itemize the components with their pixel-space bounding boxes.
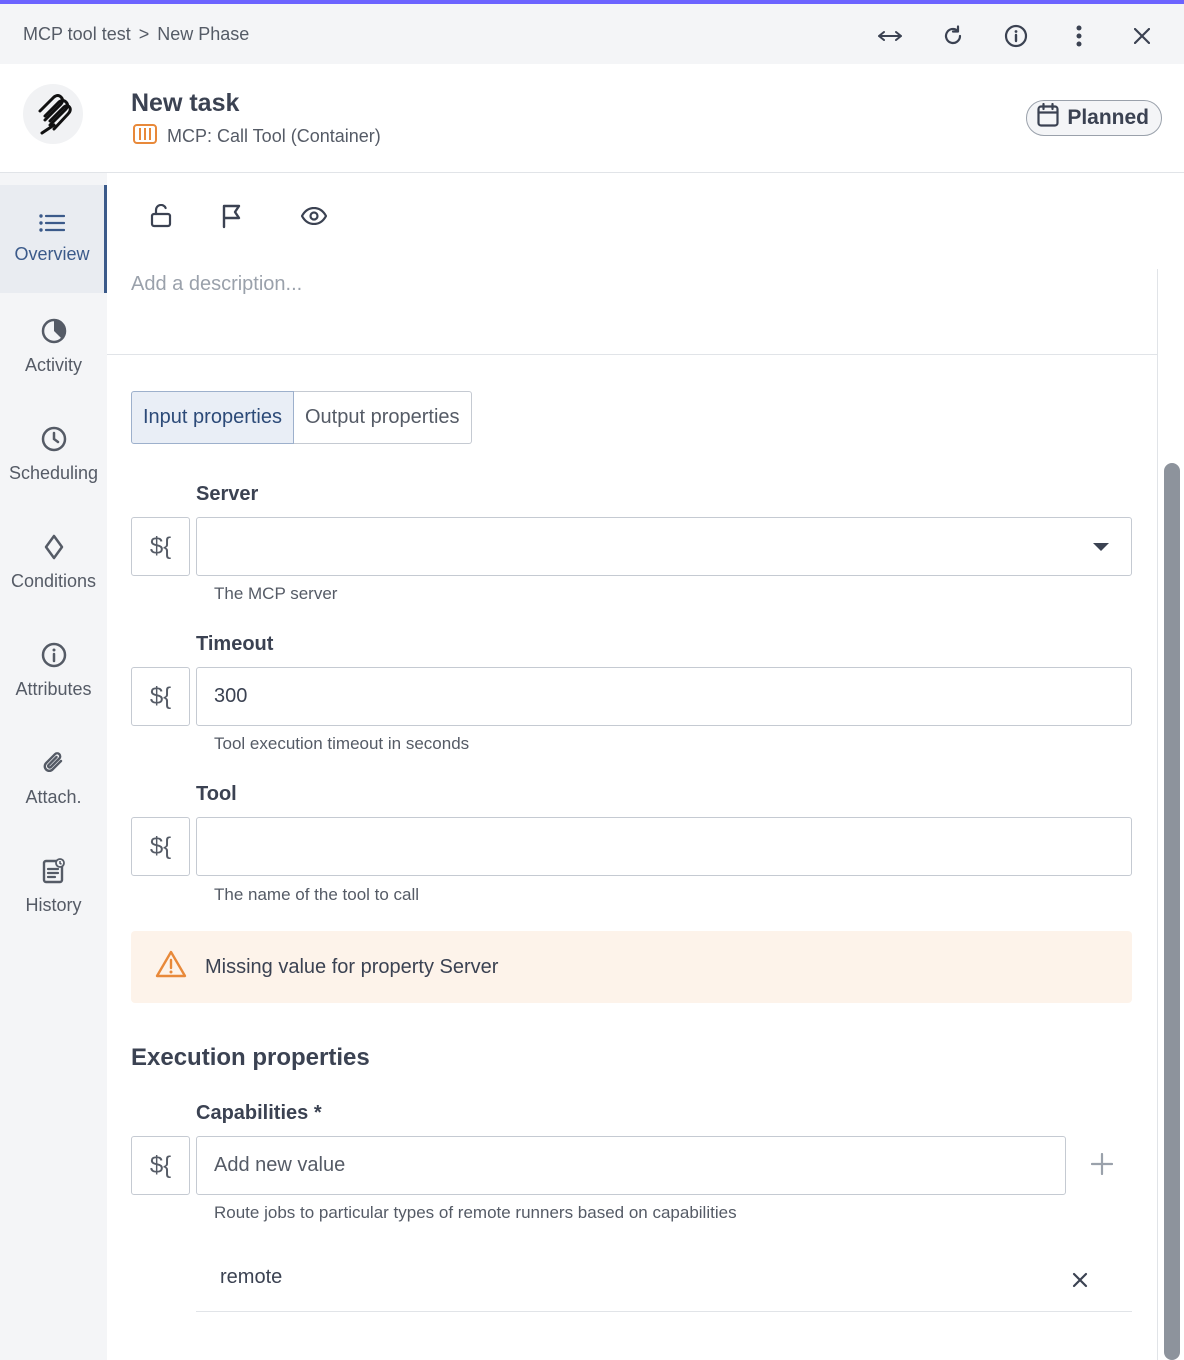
tool-expression-toggle[interactable]: ${ bbox=[131, 817, 190, 876]
task-header: New task MCP: Call Tool (Container) Plan… bbox=[0, 64, 1184, 173]
chevron-down-icon bbox=[1093, 543, 1109, 551]
capabilities-label: Capabilities * bbox=[196, 1102, 322, 1124]
status-label: Planned bbox=[1067, 106, 1149, 129]
sidebar: Overview Activity Scheduling Conditions … bbox=[0, 173, 107, 1360]
timeout-input[interactable]: 300 bbox=[196, 667, 1132, 726]
warning-icon bbox=[155, 950, 187, 984]
server-expression-toggle[interactable]: ${ bbox=[131, 517, 190, 576]
divider bbox=[107, 354, 1157, 355]
sidebar-item-attributes[interactable]: Attributes bbox=[0, 617, 107, 725]
clipboard-icon bbox=[42, 858, 66, 889]
sidebar-item-label: Attributes bbox=[15, 679, 92, 699]
timeout-help: Tool execution timeout in seconds bbox=[214, 734, 470, 753]
refresh-icon[interactable] bbox=[932, 18, 973, 54]
description-input[interactable]: Add a description... bbox=[131, 273, 302, 296]
sidebar-item-scheduling[interactable]: Scheduling bbox=[0, 401, 107, 509]
property-tabs: Input properties Output properties bbox=[131, 391, 472, 444]
task-type-label: MCP: Call Tool (Container) bbox=[167, 126, 381, 146]
close-icon[interactable] bbox=[1121, 18, 1162, 54]
sidebar-item-activity[interactable]: Activity bbox=[0, 293, 107, 401]
pie-icon bbox=[41, 318, 67, 349]
sidebar-item-label: Scheduling bbox=[8, 463, 99, 483]
flag-icon[interactable] bbox=[212, 198, 252, 234]
more-vertical-icon[interactable] bbox=[1058, 18, 1099, 54]
tool-help: The name of the tool to call bbox=[214, 885, 420, 904]
tool-label: Tool bbox=[196, 783, 237, 805]
task-title[interactable]: New task bbox=[131, 89, 239, 118]
sidebar-item-label: Activity bbox=[24, 355, 82, 375]
task-logo bbox=[23, 84, 83, 144]
tab-output-properties[interactable]: Output properties bbox=[293, 391, 472, 444]
sidebar-item-attachments[interactable]: Attach. bbox=[0, 725, 107, 833]
timeout-expression-toggle[interactable]: ${ bbox=[131, 667, 190, 726]
sidebar-item-label: Overview bbox=[14, 244, 90, 264]
tab-input-properties[interactable]: Input properties bbox=[131, 391, 294, 444]
task-toolbar bbox=[107, 173, 1184, 269]
status-badge[interactable]: Planned bbox=[1026, 100, 1162, 136]
task-type: MCP: Call Tool (Container) bbox=[133, 124, 381, 149]
server-select[interactable] bbox=[196, 517, 1132, 576]
top-bar: MCP tool test > New Phase bbox=[0, 0, 1184, 64]
breadcrumb-separator: > bbox=[138, 24, 150, 44]
breadcrumb-project[interactable]: MCP tool test bbox=[23, 24, 131, 45]
breadcrumb: MCP tool test > New Phase bbox=[23, 24, 249, 45]
add-capability-button[interactable] bbox=[1088, 1150, 1116, 1178]
capability-value: remote bbox=[220, 1266, 283, 1288]
warning-text: Missing value for property Server bbox=[205, 955, 499, 978]
server-label: Server bbox=[196, 483, 259, 505]
capability-value-row: remote bbox=[196, 1244, 1132, 1312]
scrollbar[interactable] bbox=[1157, 269, 1184, 1360]
spring-logo-icon bbox=[38, 94, 72, 135]
lock-icon[interactable] bbox=[141, 198, 181, 234]
scrollbar-thumb[interactable] bbox=[1164, 463, 1180, 1360]
sidebar-item-conditions[interactable]: Conditions bbox=[0, 509, 107, 617]
info-icon bbox=[41, 642, 67, 673]
remove-capability-button[interactable] bbox=[1072, 1264, 1088, 1295]
server-help: The MCP server bbox=[214, 584, 338, 603]
eye-icon[interactable] bbox=[294, 198, 334, 234]
tool-input[interactable] bbox=[196, 817, 1132, 876]
clock-icon bbox=[41, 426, 67, 457]
sidebar-item-history[interactable]: History bbox=[0, 833, 107, 941]
expand-icon[interactable] bbox=[869, 18, 910, 54]
diamond-icon bbox=[44, 534, 64, 565]
capabilities-help: Route jobs to particular types of remote… bbox=[214, 1203, 737, 1222]
sidebar-item-label: History bbox=[25, 895, 82, 915]
task-content: Add a description... Input properties Ou… bbox=[107, 269, 1157, 1360]
list-icon bbox=[39, 213, 66, 238]
window-controls bbox=[869, 18, 1162, 54]
timeout-label: Timeout bbox=[196, 633, 274, 655]
capabilities-input[interactable]: Add new value bbox=[196, 1136, 1066, 1195]
paperclip-icon bbox=[41, 750, 67, 781]
warning-banner: Missing value for property Server bbox=[131, 931, 1132, 1003]
capabilities-expression-toggle[interactable]: ${ bbox=[131, 1136, 190, 1195]
info-icon[interactable] bbox=[995, 18, 1036, 54]
container-icon bbox=[133, 124, 157, 149]
execution-properties-title: Execution properties bbox=[131, 1044, 370, 1071]
sidebar-item-overview[interactable]: Overview bbox=[0, 185, 107, 293]
calendar-icon bbox=[1037, 102, 1059, 133]
sidebar-item-label: Attach. bbox=[25, 787, 82, 807]
close-icon bbox=[1072, 1272, 1088, 1288]
sidebar-item-label: Conditions bbox=[10, 571, 97, 591]
breadcrumb-phase[interactable]: New Phase bbox=[157, 24, 249, 45]
plus-icon bbox=[1091, 1153, 1113, 1175]
